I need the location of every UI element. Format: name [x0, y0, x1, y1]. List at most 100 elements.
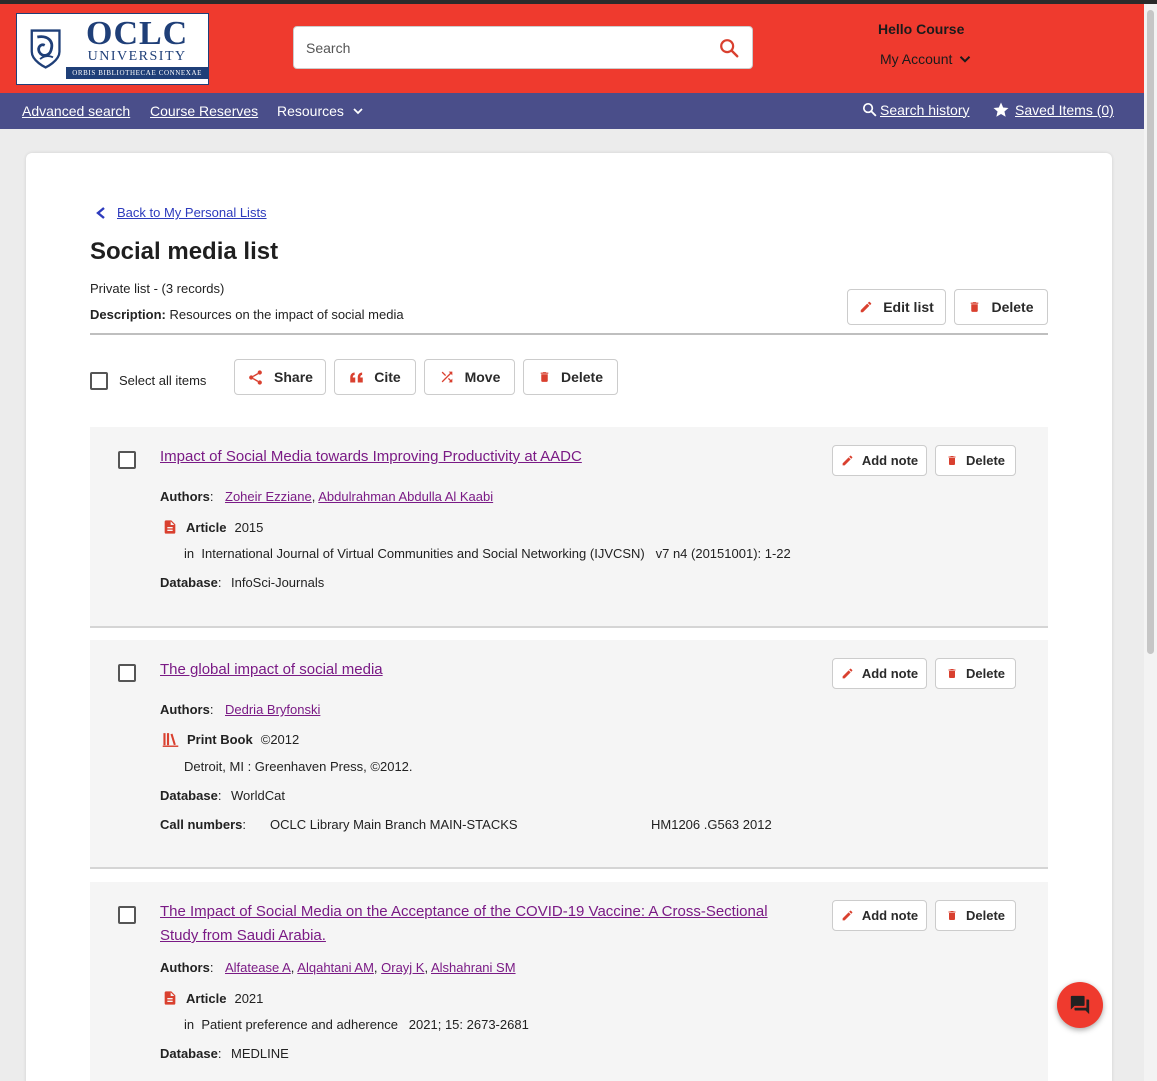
record-year: ©2012 — [260, 732, 300, 747]
list-privacy: Private list - (3 records) — [90, 281, 225, 296]
oclc-university-logo[interactable]: OCLC UNIVERSITY ORBIS BIBLIOTHECAE CONNE… — [16, 13, 209, 85]
page-scrollbar[interactable] — [1144, 4, 1157, 1081]
record-title-link[interactable]: Impact of Social Media towards Improving… — [160, 445, 582, 469]
chat-icon — [1070, 995, 1090, 1015]
delete-selected-button[interactable]: Delete — [523, 359, 618, 395]
delete-item-button[interactable]: Delete — [935, 445, 1016, 476]
star-icon — [993, 102, 1009, 117]
search-history-label[interactable]: Search history — [880, 102, 969, 118]
chat-button[interactable] — [1057, 982, 1103, 1028]
delete-item-button[interactable]: Delete — [935, 900, 1016, 931]
trash-icon — [948, 911, 956, 920]
add-note-button[interactable]: Add note — [832, 658, 927, 689]
add-note-label: Add note — [861, 666, 919, 681]
author-link[interactable]: Dedria Bryfonski — [225, 702, 320, 717]
add-note-button[interactable]: Add note — [832, 900, 927, 931]
source-title: International Journal of Virtual Communi… — [201, 546, 645, 561]
record-format: Article 2015 — [162, 518, 263, 536]
share-button[interactable]: Share — [234, 359, 326, 395]
article-icon — [164, 520, 176, 534]
trash-icon — [540, 372, 549, 382]
delete-item-button[interactable]: Delete — [935, 658, 1016, 689]
format-label: Article — [186, 519, 227, 535]
format-label: Print Book — [187, 732, 253, 747]
database-label: Database: — [160, 575, 222, 590]
list-item: The global impact of social media Add no… — [90, 640, 1048, 869]
authors-label: Authors: — [160, 702, 214, 717]
add-note-button[interactable]: Add note — [832, 445, 927, 476]
back-to-lists-link[interactable]: Back to My Personal Lists — [95, 205, 267, 220]
record-year: 2021 — [234, 990, 264, 1006]
edit-list-button[interactable]: Edit list — [847, 289, 946, 325]
logo-sub-text: UNIVERSITY — [87, 49, 187, 64]
pencil-icon — [842, 455, 853, 466]
add-note-label: Add note — [861, 453, 919, 468]
logo-main-text: OCLC — [86, 15, 189, 52]
cite-button[interactable]: Cite — [334, 359, 416, 395]
search-box — [293, 26, 753, 69]
record-checkbox[interactable] — [118, 906, 136, 924]
record-checkbox[interactable] — [118, 451, 136, 469]
format-label: Article — [186, 990, 227, 1006]
record-title-link[interactable]: The global impact of social media — [160, 658, 383, 682]
edit-list-label: Edit list — [883, 299, 934, 315]
article-icon — [164, 991, 176, 1005]
move-label: Move — [464, 369, 501, 385]
author-link[interactable]: Alshahrani SM — [431, 960, 516, 975]
quote-icon — [350, 372, 364, 382]
list-item: Impact of Social Media towards Improving… — [90, 427, 1048, 628]
select-all-label: Select all items — [119, 373, 207, 388]
author-link[interactable]: Zoheir Ezziane — [225, 489, 312, 504]
source-title: Patient preference and adherence — [201, 1017, 398, 1032]
search-icon[interactable] — [718, 37, 740, 59]
database-label: Database: — [160, 788, 222, 803]
move-button[interactable]: Move — [424, 359, 515, 395]
author-link[interactable]: Alqahtani AM — [297, 960, 374, 975]
author-link[interactable]: Orayj K — [381, 960, 424, 975]
database-value: WorldCat — [231, 788, 285, 803]
record-format: Print Book ©2012 — [162, 731, 299, 748]
saved-items-link[interactable]: Saved Items (0) — [992, 101, 1114, 119]
author-link[interactable]: Abdulrahman Abdulla Al Kaabi — [318, 489, 493, 504]
pencil-icon — [842, 910, 853, 921]
search-history-link[interactable]: Search history — [861, 101, 969, 118]
description-text: Resources on the impact of social media — [169, 307, 404, 322]
select-all-checkbox[interactable] — [90, 372, 108, 390]
record-source: in International Journal of Virtual Comm… — [184, 546, 791, 561]
cite-label: Cite — [374, 369, 401, 385]
resources-menu[interactable]: Resources — [277, 103, 366, 119]
call-number: HM1206 .G563 2012 — [651, 817, 772, 832]
header-divider — [90, 333, 1048, 335]
chevron-down-icon — [353, 108, 363, 115]
scrollbar-thumb[interactable] — [1147, 10, 1154, 654]
trash-icon — [948, 456, 956, 465]
trash-icon — [971, 302, 979, 312]
authors-list: Alfatease A, Alqahtani AM, Orayj K, Alsh… — [225, 960, 516, 975]
shuffle-icon — [441, 371, 452, 383]
pencil-icon — [860, 301, 872, 313]
delete-list-button[interactable]: Delete — [954, 289, 1048, 325]
course-reserves-link[interactable]: Course Reserves — [150, 103, 258, 119]
delete-item-label: Delete — [965, 908, 1006, 923]
authors-label: Authors: — [160, 489, 214, 504]
chevron-left-icon — [96, 206, 105, 219]
my-account-menu[interactable]: My Account — [880, 50, 974, 68]
record-publisher: Detroit, MI : Greenhaven Press, ©2012. — [184, 759, 413, 774]
delete-list-label: Delete — [991, 299, 1034, 315]
page-title: Social media list — [90, 238, 279, 265]
advanced-search-link[interactable]: Advanced search — [22, 103, 130, 119]
chevron-down-icon — [960, 56, 971, 63]
author-link[interactable]: Alfatease A — [225, 960, 291, 975]
secondary-nav: Advanced search Course Reserves Resource… — [0, 93, 1144, 129]
delete-item-label: Delete — [965, 453, 1006, 468]
record-format: Article 2021 — [162, 989, 263, 1007]
database-value: InfoSci-Journals — [231, 575, 325, 590]
search-input[interactable] — [306, 39, 718, 56]
user-greeting: Hello Course — [878, 21, 965, 37]
authors-list: Dedria Bryfonski — [225, 702, 320, 717]
record-checkbox[interactable] — [118, 664, 136, 682]
record-title-link[interactable]: The Impact of Social Media on the Accept… — [160, 900, 768, 948]
delete-selected-label: Delete — [560, 369, 604, 385]
saved-items-label[interactable]: Saved Items (0) — [1015, 102, 1114, 118]
authors-label: Authors: — [160, 960, 214, 975]
